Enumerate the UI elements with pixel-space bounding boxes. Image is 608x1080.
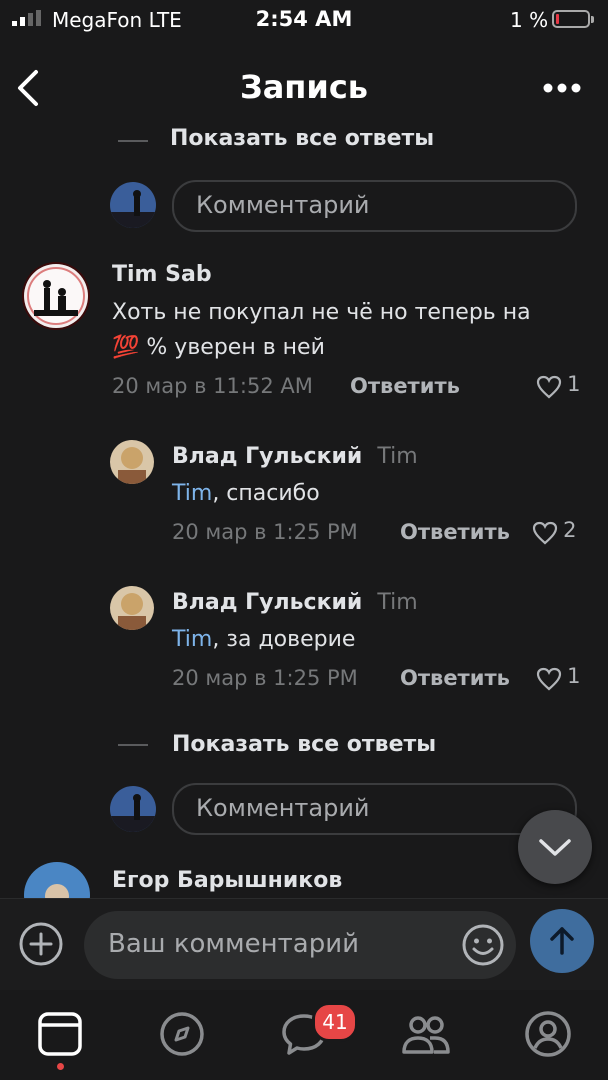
more-icon[interactable] [540,80,584,96]
scroll-down-button[interactable] [518,810,592,884]
mention-link[interactable]: Tim [172,481,212,506]
composer-input[interactable]: Ваш комментарий [84,911,516,979]
comment-author[interactable]: Tim Sab [112,262,212,287]
messages-unread-badge: 41 [312,1002,358,1042]
divider-dash [118,140,148,142]
divider-dash [118,744,148,746]
show-all-replies-link[interactable]: Показать все ответы [172,732,436,757]
page-title: Запись [239,68,369,106]
reply-date: 20 мар в 1:25 PM [172,520,358,544]
show-all-replies-link[interactable]: Показать все ответы [170,128,434,151]
nav-header: Запись [0,58,608,118]
like-button[interactable]: 2 [532,518,576,545]
tab-bar [0,990,608,1080]
chevron-down-icon [539,839,571,856]
like-button[interactable]: 1 [536,372,580,399]
attach-plus-icon[interactable] [18,921,64,967]
comment-composer: Ваш комментарий [0,898,608,991]
reply-button[interactable]: Ответить [350,374,460,398]
comment-text-line-rest: % уверен в ней [146,335,325,360]
like-button[interactable]: 1 [536,664,580,691]
my-avatar [110,182,156,228]
heart-icon [532,521,558,544]
heart-icon [536,667,562,690]
comment-input[interactable]: Комментарий [172,783,577,835]
tab-explore-compass-icon[interactable] [156,1008,208,1060]
comment-text-line: 💯 % уверен в ней [112,330,582,365]
reply-text-body: , за доверие [212,627,356,652]
heart-icon [536,375,562,398]
reply-date: 20 мар в 1:25 PM [172,666,358,690]
my-avatar [110,786,156,832]
comments-feed: Показать все ответы Комментарий Tim Sab … [0,128,608,898]
reply-text-body: , спасибо [212,481,320,506]
send-button[interactable] [530,909,594,973]
comment-text-line: Хоть не покупал не чё но теперь на [112,300,531,325]
reply-to-name: Tim [377,444,418,469]
battery-percent: 1 % [510,8,549,32]
comment-input[interactable]: Комментарий [172,180,577,232]
tab-friends-icon[interactable] [400,1008,452,1060]
tab-profile-icon[interactable] [522,1008,574,1060]
comment-text: Хоть не покупал не чё но теперь на 💯 % у… [112,295,582,365]
like-count: 2 [563,518,577,542]
avatar[interactable] [24,264,88,328]
status-bar: MegaFon LTE 2:54 AM 1 % [0,0,608,40]
reply-author[interactable]: Влад Гульский [172,590,362,615]
reply-author[interactable]: Влад Гульский [172,444,362,469]
like-count: 1 [567,372,581,396]
reply-header: Влад Гульский Tim [172,444,418,469]
avatar[interactable] [24,862,90,898]
battery-icon [552,10,594,28]
like-count: 1 [567,664,581,688]
mention-link[interactable]: Tim [172,627,212,652]
comment-date: 20 мар в 11:52 AM [112,374,313,398]
reply-to-name: Tim [377,590,418,615]
reply-button[interactable]: Ответить [400,666,510,690]
avatar[interactable] [110,586,154,630]
comment-input-placeholder: Комментарий [196,191,370,219]
comment-author[interactable]: Егор Барышников [112,868,342,893]
reply-text: Tim, спасибо [172,476,320,511]
reply-button[interactable]: Ответить [400,520,510,544]
active-tab-dot [57,1063,64,1070]
reply-text: Tim, за доверие [172,622,355,657]
avatar[interactable] [110,440,154,484]
emoji-icon[interactable] [460,922,506,968]
arrow-up-icon [550,927,574,955]
reply-header: Влад Гульский Tim [172,590,418,615]
tab-feed-icon[interactable] [34,1008,86,1060]
composer-placeholder: Ваш комментарий [108,929,360,959]
comment-input-placeholder: Комментарий [196,794,370,822]
hundred-emoji-icon: 💯 [112,335,140,360]
